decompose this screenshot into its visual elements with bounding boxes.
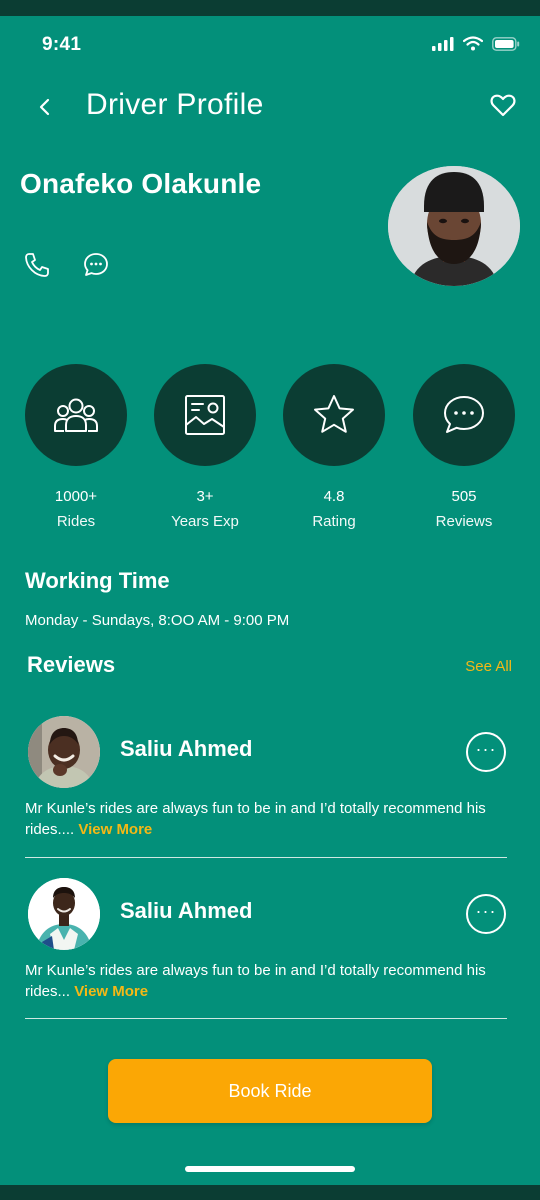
wifi-icon bbox=[463, 36, 483, 51]
reviewer-name: Saliu Ahmed bbox=[120, 736, 253, 761]
review-options-button[interactable]: ··· bbox=[466, 732, 506, 772]
rating-value: 4.8 bbox=[323, 488, 345, 505]
book-ride-button[interactable]: Book Ride bbox=[108, 1059, 432, 1123]
image-frame-icon bbox=[185, 395, 225, 435]
screen: 9:41 Driver Profile Onafeko Olakunle 100… bbox=[0, 0, 540, 1200]
rating-stat-button[interactable] bbox=[283, 364, 385, 466]
view-more-link[interactable]: View More bbox=[74, 983, 148, 1000]
heart-icon bbox=[490, 94, 516, 117]
reviews-title: Reviews bbox=[27, 652, 116, 677]
experience-stat-button[interactable] bbox=[154, 364, 256, 466]
reviewer-avatar bbox=[28, 716, 100, 788]
driver-avatar bbox=[388, 166, 520, 286]
experience-value: 3+ bbox=[196, 488, 214, 505]
driver-profile-screen: 9:41 Driver Profile Onafeko Olakunle 100… bbox=[0, 16, 540, 1185]
driver-stats: 1000+ Rides 3+ Years Exp 4.8 Rating 505 … bbox=[0, 364, 540, 544]
stat-reviews: 505 Reviews bbox=[409, 364, 519, 530]
working-time-title: Working Time bbox=[25, 568, 170, 593]
review-divider bbox=[25, 1018, 507, 1019]
message-icon bbox=[84, 253, 108, 276]
rating-label: Rating bbox=[312, 513, 356, 530]
more-horizontal-icon: ··· bbox=[475, 901, 497, 921]
back-button[interactable] bbox=[34, 92, 58, 122]
signal-icon bbox=[432, 36, 454, 51]
view-more-link[interactable]: View More bbox=[78, 821, 152, 838]
reviews-stat-button[interactable] bbox=[413, 364, 515, 466]
rides-value: 1000+ bbox=[54, 488, 98, 505]
favorite-button[interactable] bbox=[488, 90, 518, 120]
status-time: 9:41 bbox=[42, 34, 82, 55]
reviewer-photo bbox=[28, 878, 100, 950]
see-all-link[interactable]: See All bbox=[465, 658, 512, 675]
phone-icon bbox=[25, 253, 49, 277]
page-title: Driver Profile bbox=[86, 88, 264, 121]
chat-bubble-icon bbox=[444, 396, 484, 433]
reviewer-avatar bbox=[28, 878, 100, 950]
star-icon bbox=[314, 395, 354, 433]
users-icon bbox=[54, 398, 98, 432]
battery-icon bbox=[492, 36, 520, 51]
working-hours: Monday - Sundays, 8:OO AM - 9:00 PM bbox=[25, 612, 290, 629]
driver-name: Onafeko Olakunle bbox=[20, 168, 262, 199]
review-item: Saliu Ahmed ··· Mr Kunle’s rides are alw… bbox=[0, 878, 540, 1038]
review-text-block: Mr Kunle’s rides are always fun to be in… bbox=[25, 960, 505, 1002]
rides-label: Rides bbox=[56, 513, 96, 530]
driver-photo bbox=[388, 166, 520, 286]
review-divider bbox=[25, 857, 507, 858]
home-indicator[interactable] bbox=[185, 1166, 355, 1172]
status-bar: 9:41 bbox=[0, 16, 540, 72]
reviewer-name: Saliu Ahmed bbox=[120, 898, 253, 923]
review-item: Saliu Ahmed ··· Mr Kunle’s rides are alw… bbox=[0, 716, 540, 876]
reviews-label: Reviews bbox=[435, 513, 493, 530]
call-button[interactable] bbox=[22, 250, 52, 280]
chevron-left-icon bbox=[39, 98, 50, 116]
stat-years-exp: 3+ Years Exp bbox=[150, 364, 260, 530]
review-options-button[interactable]: ··· bbox=[466, 894, 506, 934]
stat-rides: 1000+ Rides bbox=[21, 364, 131, 530]
stat-rating: 4.8 Rating bbox=[279, 364, 389, 530]
header: Driver Profile bbox=[0, 82, 540, 132]
review-text-block: Mr Kunle’s rides are always fun to be in… bbox=[25, 798, 505, 840]
reviews-value: 505 bbox=[451, 488, 477, 505]
status-icons bbox=[432, 36, 520, 51]
message-button[interactable] bbox=[81, 250, 111, 280]
rides-stat-button[interactable] bbox=[25, 364, 127, 466]
experience-label: Years Exp bbox=[171, 513, 239, 530]
more-horizontal-icon: ··· bbox=[475, 739, 497, 759]
reviewer-photo bbox=[28, 716, 100, 788]
